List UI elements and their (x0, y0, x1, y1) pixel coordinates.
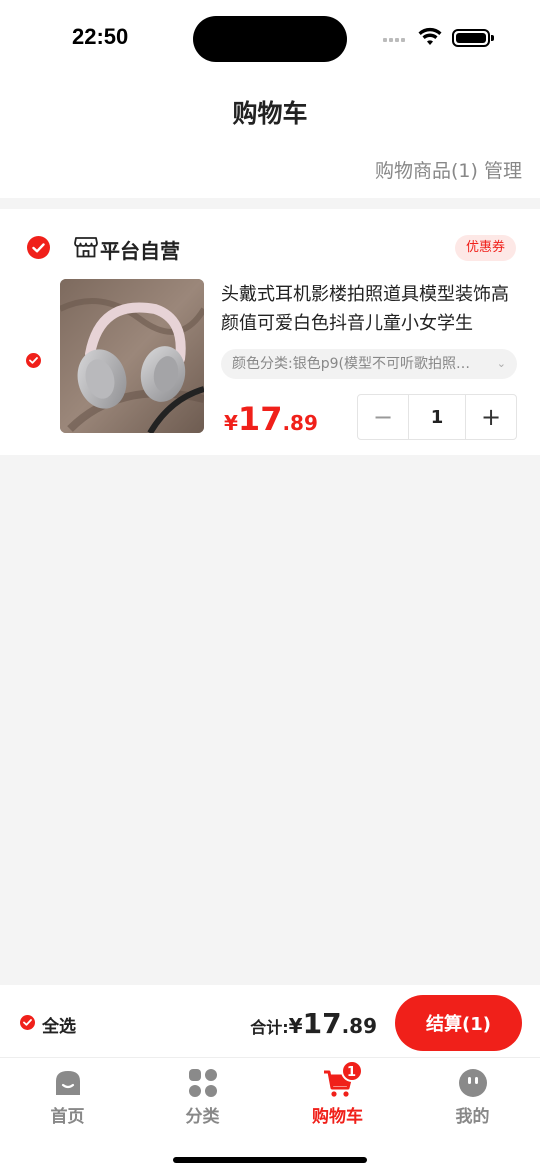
product-title[interactable]: 头戴式耳机影楼拍照道具模型装饰高颜值可爱白色抖音儿童小女学生 (221, 280, 521, 338)
total-integer: 17 (302, 1007, 342, 1040)
tab-cart[interactable]: 1 购物车 (270, 1060, 405, 1127)
page-header: 购物车 购物商品(1) 管理 (0, 80, 540, 198)
sku-selector[interactable]: 颜色分类:银色p9(模型不可听歌拍照专用) ⌄ (221, 349, 517, 379)
header-actions: 购物商品(1) 管理 (375, 156, 522, 183)
select-all-label[interactable]: 全选 (42, 1012, 76, 1037)
total-price: 合计:¥17.89 (250, 1007, 377, 1040)
checkout-button[interactable]: 结算(1) (395, 995, 522, 1051)
dynamic-island (193, 16, 347, 62)
chevron-down-icon: ⌄ (496, 357, 506, 370)
product-image[interactable] (60, 279, 204, 433)
tab-label: 首页 (50, 1107, 85, 1127)
price-currency: ¥ (224, 411, 238, 435)
quantity-stepper: − 1 + (357, 394, 517, 440)
home-icon (53, 1068, 83, 1098)
price-decimal: .89 (282, 411, 318, 435)
profile-icon (458, 1068, 488, 1098)
total-decimal: .89 (341, 1014, 377, 1038)
home-indicator (173, 1157, 367, 1163)
price-integer: 17 (237, 400, 283, 438)
cart-count-label: 购物商品(1) (375, 160, 478, 182)
status-bar: 22:50 (0, 0, 540, 80)
manage-button[interactable]: 管理 (484, 160, 522, 182)
tab-category[interactable]: 分类 (135, 1068, 270, 1127)
battery-icon (452, 29, 494, 47)
store-checkbox[interactable] (27, 236, 50, 259)
cart-icon: 1 (323, 1060, 363, 1098)
coupon-button[interactable]: 优惠券 (454, 235, 516, 261)
store-icon (74, 237, 98, 258)
item-price: ¥17.89 (224, 400, 318, 438)
total-label: 合计: (250, 1018, 289, 1037)
category-icon (188, 1068, 218, 1098)
status-time: 22:50 (72, 24, 129, 49)
increase-button[interactable]: + (466, 395, 516, 439)
wifi-icon (418, 27, 442, 45)
checkout-bar: 全选 合计:¥17.89 结算(1) (0, 985, 540, 1058)
tab-label: 分类 (185, 1107, 220, 1127)
tab-label: 购物车 (312, 1107, 363, 1127)
item-checkbox[interactable] (26, 353, 41, 368)
store-name[interactable]: 平台自营 (100, 235, 180, 264)
tab-profile[interactable]: 我的 (405, 1068, 540, 1127)
signal-icon (383, 38, 405, 42)
store-card: 平台自营 优惠券 头戴式耳机影楼拍照道具模型装饰高颜值可爱白色抖音儿童小女学生 … (0, 209, 540, 455)
decrease-button[interactable]: − (358, 395, 408, 439)
quantity-value[interactable]: 1 (408, 395, 466, 439)
page-title: 购物车 (232, 99, 308, 128)
cart-badge: 1 (340, 1060, 363, 1082)
sku-text: 颜色分类:银色p9(模型不可听歌拍照专用) (232, 356, 490, 372)
tab-label: 我的 (455, 1107, 490, 1127)
total-currency: ¥ (288, 1014, 303, 1038)
tab-home[interactable]: 首页 (0, 1068, 135, 1127)
select-all-checkbox[interactable] (20, 1015, 35, 1030)
